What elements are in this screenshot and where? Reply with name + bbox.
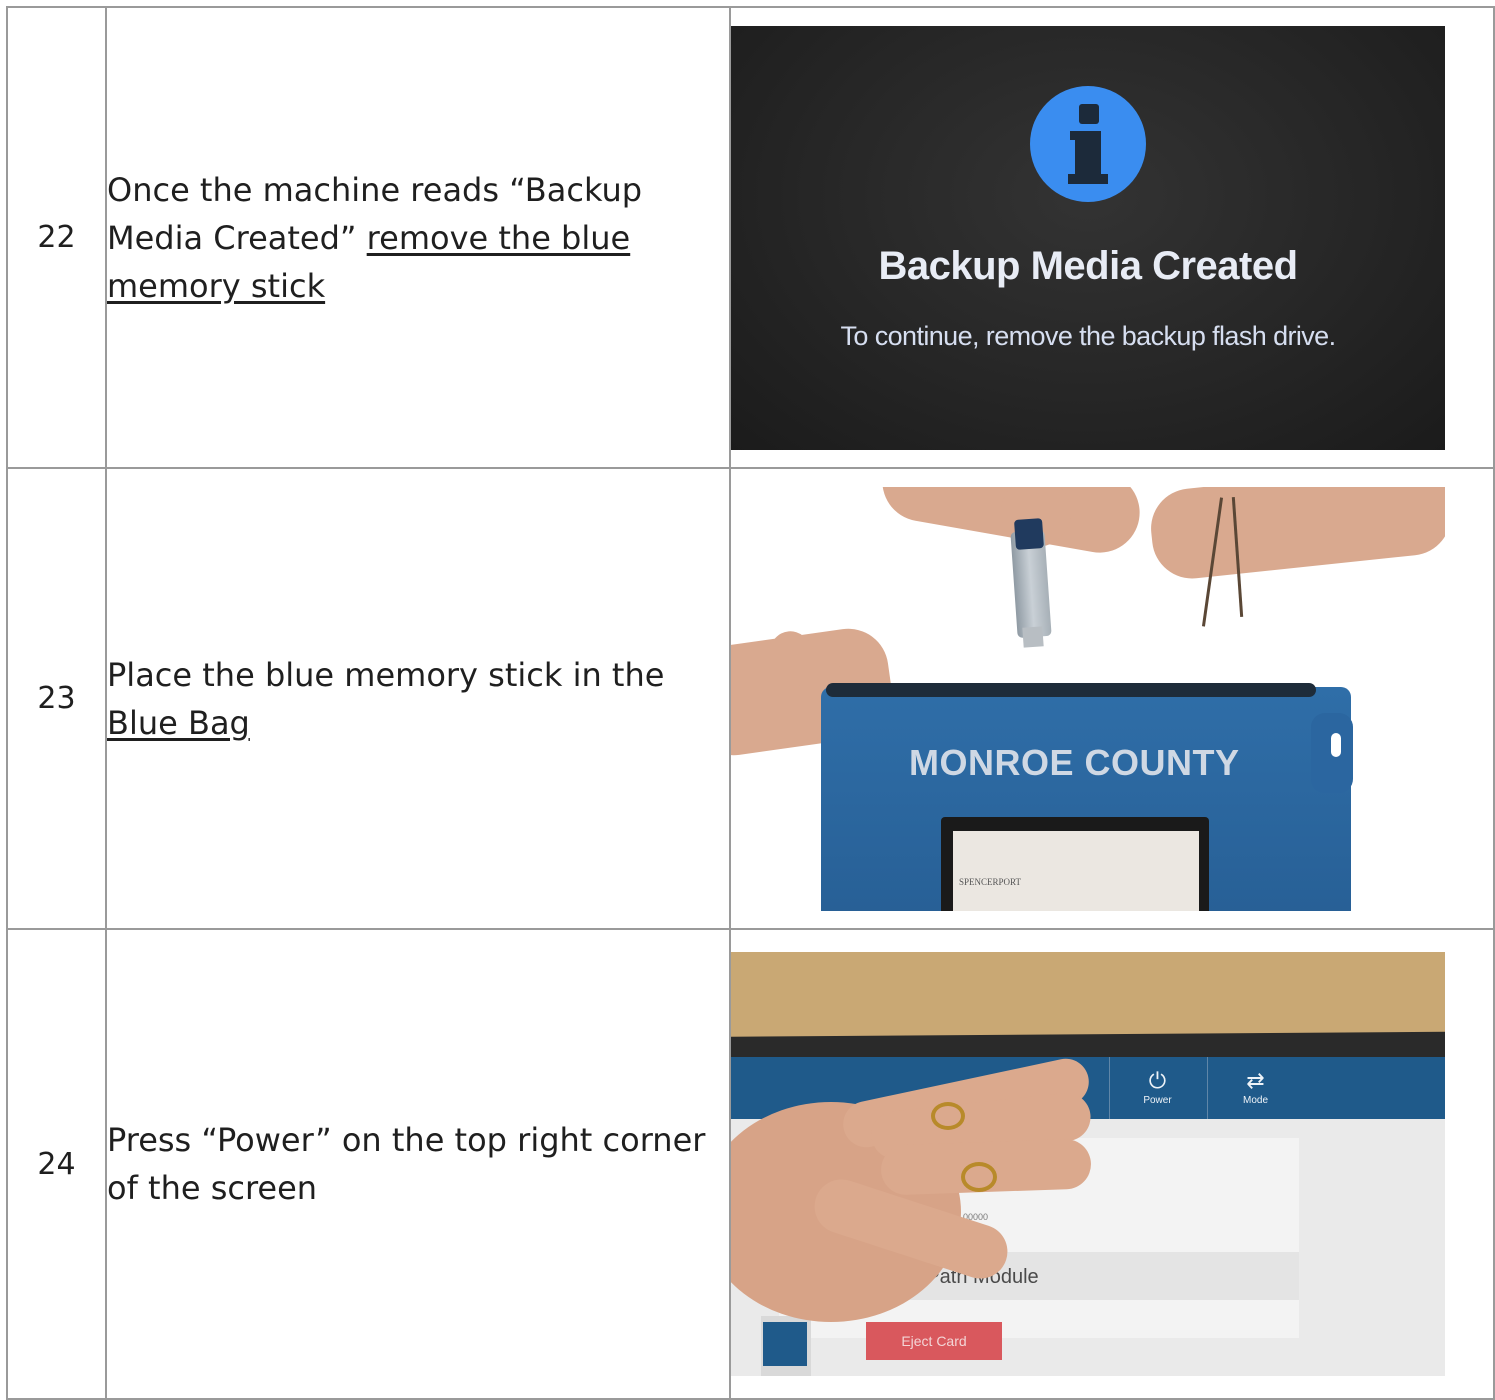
step-text: Place the blue memory stick in the Blue … [105, 467, 731, 930]
step-image-cell: ⏻ Power ⇄ Mode 00000 er Path Module Ejec… [729, 928, 1495, 1400]
bag-card-text: SPENCERPORT [959, 876, 1021, 887]
power-button[interactable]: ⏻ Power [1109, 1057, 1205, 1119]
step-row-23: 23 Place the blue memory stick in the Bl… [6, 467, 1495, 930]
bag-label: MONROE COUNTY [909, 741, 1240, 783]
step-number: 24 [6, 928, 107, 1400]
step-text: Press “Power” on the top right corner of… [105, 928, 731, 1400]
mode-button[interactable]: ⇄ Mode [1207, 1057, 1303, 1119]
swap-icon: ⇄ [1246, 1068, 1265, 1093]
screen-message-title: Backup Media Created [878, 243, 1298, 288]
step-row-22: 22 Once the machine reads “Backup Media … [6, 6, 1495, 469]
step-text: Once the machine reads “Backup Media Cre… [105, 6, 731, 469]
step-text-part: Place the blue memory stick in the [107, 655, 665, 694]
step-image-cell: Backup Media Created To continue, remove… [729, 6, 1495, 469]
step-row-24: 24 Press “Power” on the top right corner… [6, 928, 1495, 1400]
power-label: Power [1143, 1095, 1172, 1106]
instruction-table: 22 Once the machine reads “Backup Media … [6, 6, 1495, 1400]
mode-label: Mode [1242, 1095, 1268, 1106]
info-icon [1030, 85, 1146, 202]
backup-media-screen-photo: Backup Media Created To continue, remove… [731, 25, 1445, 450]
step-number: 23 [6, 467, 107, 930]
power-icon: ⏻ [1148, 1068, 1167, 1093]
blue-bag-photo: MONROE COUNTY SPENCERPORT [731, 486, 1445, 911]
eject-card-button[interactable]: Eject Card [866, 1322, 1002, 1360]
step-text-emphasis: Blue Bag [107, 703, 250, 742]
screen-message-subtitle: To continue, remove the backup flash dri… [840, 320, 1337, 351]
voting-machine-photo: ⏻ Power ⇄ Mode 00000 er Path Module Ejec… [731, 952, 1445, 1376]
step-number: 22 [6, 6, 107, 469]
step-image-cell: MONROE COUNTY SPENCERPORT [729, 467, 1495, 930]
